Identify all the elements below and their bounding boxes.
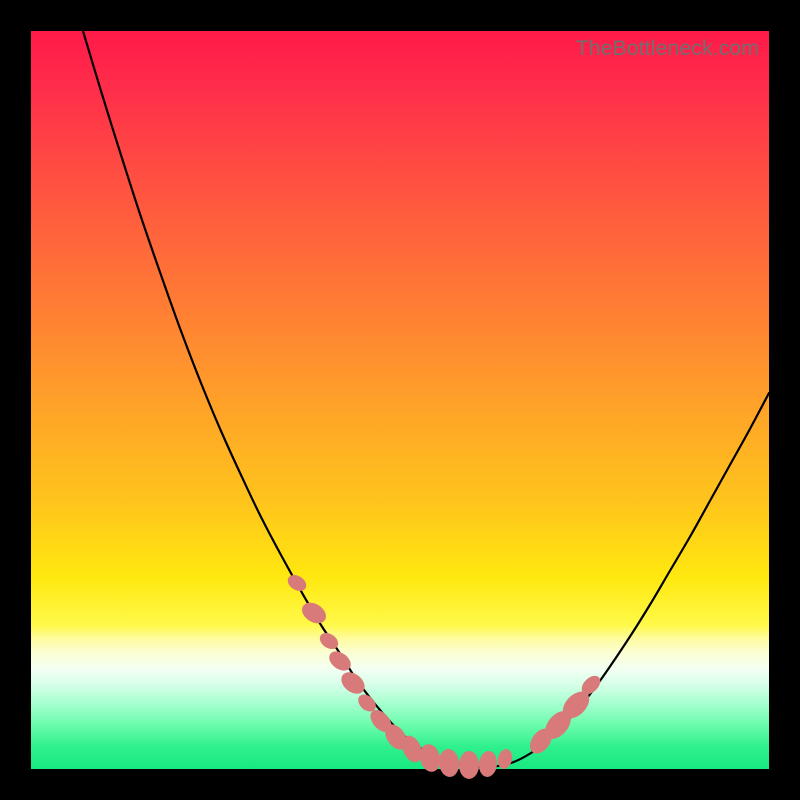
curve-bead [478, 750, 499, 778]
chart-plot-area: TheBottleneck.com [31, 31, 769, 769]
curve-bead [438, 748, 461, 778]
curve-bead [298, 598, 330, 627]
curve-bead [459, 751, 479, 779]
main-curve-line [83, 31, 769, 767]
curve-bead [285, 572, 309, 594]
chart-svg [31, 31, 769, 769]
bead-group [285, 572, 604, 779]
curve-bead [417, 742, 443, 774]
chart-frame: TheBottleneck.com [0, 0, 800, 800]
